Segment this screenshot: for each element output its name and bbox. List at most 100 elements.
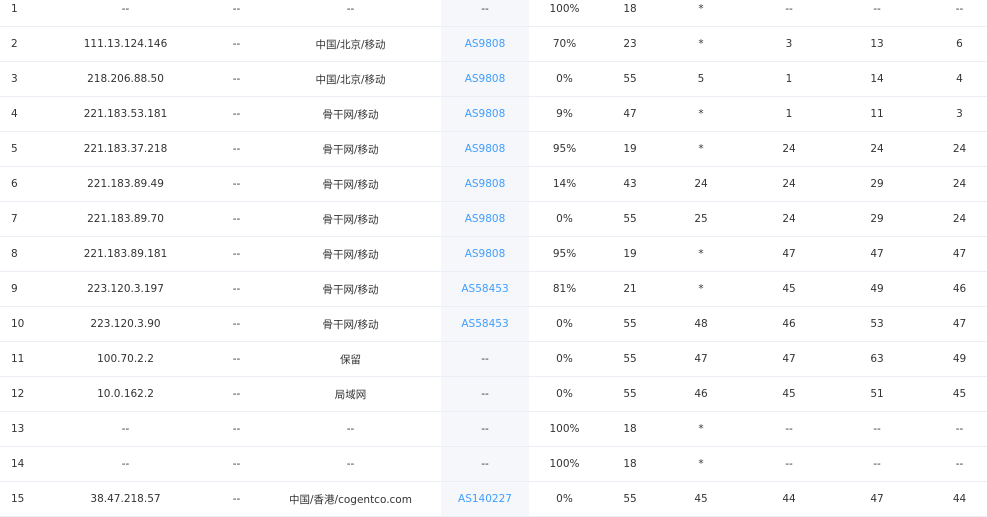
asn-cell: -- [441,341,529,377]
best-latency-cell: 6 [918,26,987,62]
best-latency-cell: 47 [918,306,987,342]
location-cell: 中国/香港/cogentco.com [260,481,441,517]
last-latency-cell: 45 [660,481,742,517]
sent-cell: 55 [600,306,660,342]
location-cell: 骨干网/移动 [260,236,441,272]
table-row: 14 -- -- -- -- 100% 18 * -- -- -- [0,446,987,482]
last-latency-cell: * [660,236,742,272]
ip-cell: 221.183.37.218 [38,131,213,167]
avg-latency-cell: -- [742,446,836,482]
asn-link[interactable]: AS9808 [465,73,506,85]
sent-cell: 55 [600,61,660,97]
sent-cell: 19 [600,236,660,272]
sent-cell: 18 [600,0,660,27]
worst-latency-cell: 47 [836,481,918,517]
last-latency-cell: 5 [660,61,742,97]
sent-cell: 55 [600,376,660,412]
loss-cell: 81% [529,271,600,307]
hostname-cell: -- [213,166,260,202]
table-row: 5 221.183.37.218 -- 骨干网/移动 AS9808 95% 19 * 24 24 2… [0,131,987,167]
asn-cell: AS9808 [441,26,529,62]
avg-latency-cell: 47 [742,236,836,272]
hostname-cell: -- [213,96,260,132]
location-cell: 骨干网/移动 [260,306,441,342]
asn-empty: -- [481,388,489,400]
worst-latency-cell: 47 [836,236,918,272]
sent-cell: 18 [600,446,660,482]
best-latency-cell: -- [918,411,987,447]
hop-number-cell: 10 [0,306,38,342]
asn-cell: -- [441,446,529,482]
asn-link[interactable]: AS58453 [461,283,508,295]
last-latency-cell: * [660,26,742,62]
hop-number-cell: 1 [0,0,38,27]
asn-link[interactable]: AS9808 [465,38,506,50]
hop-number-cell: 11 [0,341,38,377]
table-row: 13 -- -- -- -- 100% 18 * -- -- -- [0,411,987,447]
avg-latency-cell: 1 [742,96,836,132]
avg-latency-cell: 3 [742,26,836,62]
best-latency-cell: 46 [918,271,987,307]
asn-link[interactable]: AS9808 [465,143,506,155]
last-latency-cell: 46 [660,376,742,412]
loss-cell: 0% [529,201,600,237]
last-latency-cell: 48 [660,306,742,342]
hostname-cell: -- [213,26,260,62]
ip-cell: -- [38,446,213,482]
location-cell: -- [260,446,441,482]
table-row: 3 218.206.88.50 -- 中国/北京/移动 AS9808 0% 55 5 1 14 4 [0,61,987,97]
hostname-cell: -- [213,446,260,482]
asn-link[interactable]: AS58453 [461,318,508,330]
loss-cell: 0% [529,61,600,97]
sent-cell: 18 [600,411,660,447]
hop-number-cell: 15 [0,481,38,517]
asn-link[interactable]: AS140227 [458,493,512,505]
table-row: 2 111.13.124.146 -- 中国/北京/移动 AS9808 70% 23 * 3 13… [0,26,987,62]
loss-cell: 100% [529,411,600,447]
best-latency-cell: 47 [918,236,987,272]
worst-latency-cell: -- [836,446,918,482]
loss-cell: 100% [529,0,600,27]
asn-link[interactable]: AS9808 [465,248,506,260]
worst-latency-cell: 24 [836,131,918,167]
asn-empty: -- [481,353,489,365]
sent-cell: 43 [600,166,660,202]
location-cell: 保留 [260,341,441,377]
sent-cell: 21 [600,271,660,307]
loss-cell: 100% [529,446,600,482]
hostname-cell: -- [213,376,260,412]
asn-link[interactable]: AS9808 [465,213,506,225]
location-cell: -- [260,0,441,27]
asn-cell: -- [441,411,529,447]
loss-cell: 70% [529,26,600,62]
asn-cell: AS58453 [441,271,529,307]
best-latency-cell: 4 [918,61,987,97]
hostname-cell: -- [213,411,260,447]
worst-latency-cell: 29 [836,166,918,202]
hop-number-cell: 5 [0,131,38,167]
worst-latency-cell: 63 [836,341,918,377]
asn-cell: -- [441,376,529,412]
last-latency-cell: * [660,0,742,27]
worst-latency-cell: 29 [836,201,918,237]
loss-cell: 0% [529,341,600,377]
loss-cell: 14% [529,166,600,202]
hostname-cell: -- [213,201,260,237]
hop-number-cell: 7 [0,201,38,237]
ip-cell: 223.120.3.90 [38,306,213,342]
hop-number-cell: 6 [0,166,38,202]
sent-cell: 55 [600,481,660,517]
loss-cell: 9% [529,96,600,132]
best-latency-cell: -- [918,446,987,482]
asn-cell: AS9808 [441,201,529,237]
worst-latency-cell: -- [836,411,918,447]
hop-number-cell: 14 [0,446,38,482]
avg-latency-cell: 44 [742,481,836,517]
asn-link[interactable]: AS9808 [465,108,506,120]
ip-cell: 10.0.162.2 [38,376,213,412]
avg-latency-cell: 24 [742,201,836,237]
last-latency-cell: * [660,96,742,132]
table-row: 6 221.183.89.49 -- 骨干网/移动 AS9808 14% 43 24 24 29 2… [0,166,987,202]
hostname-cell: -- [213,236,260,272]
asn-link[interactable]: AS9808 [465,178,506,190]
